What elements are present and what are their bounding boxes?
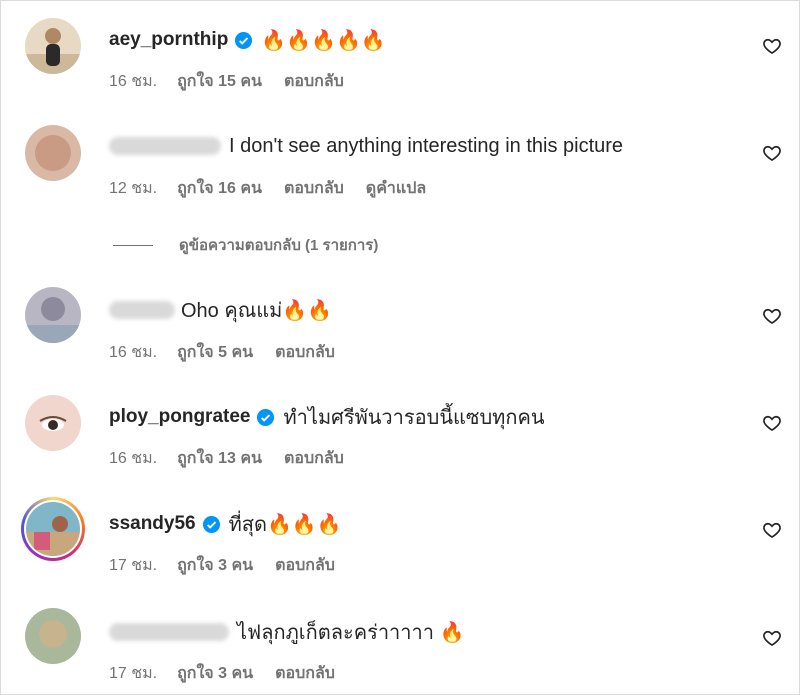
heart-outline-icon[interactable] [762,306,782,326]
username[interactable]: aey_pornthip [109,29,228,51]
comment-text: ที่สุด🔥🔥🔥 [228,514,342,536]
comment-text: I don't see anything interesting in this… [229,134,624,157]
comment-line: Oho คุณแม่🔥🔥 [109,295,332,325]
avatar-photo [25,287,81,343]
comment-meta: 17 ชม. ถูกใจ 3 คน ตอบกลับ [109,661,357,686]
divider [113,244,153,246]
reply-button[interactable]: ตอบกลับ [275,553,335,578]
timestamp[interactable]: 17 ชม. [109,661,157,686]
avatar[interactable] [25,18,81,74]
comment-meta: 16 ชม. ถูกใจ 15 คน ตอบกลับ [109,69,366,94]
likes-count[interactable]: ถูกใจ 15 คน [177,69,262,94]
avatar[interactable] [25,395,81,451]
heart-outline-icon[interactable] [762,520,782,540]
comment-meta: 16 ชม. ถูกใจ 5 คน ตอบกลับ [109,340,357,365]
verified-badge-icon [257,408,275,426]
avatar [26,502,80,556]
avatar[interactable] [25,125,81,181]
likes-count[interactable]: ถูกใจ 3 คน [177,661,253,686]
verified-badge-icon [235,31,253,49]
comment-line: ไฟลุกภูเก็ตละคร่าาาาา 🔥 [109,617,464,647]
comment-text: ทำไมศรีพันวารอบนี้แซบทุกคน [283,407,545,429]
verified-badge-icon [202,515,220,533]
username-blurred[interactable] [109,623,229,641]
heart-outline-icon[interactable] [762,628,782,648]
comment-meta: 16 ชม. ถูกใจ 13 คน ตอบกลับ [109,446,366,471]
heart-outline-icon[interactable] [762,143,782,163]
timestamp[interactable]: 12 ชม. [109,176,157,201]
username[interactable]: ssandy56 [109,513,196,535]
comment-line: ssandy56 ที่สุด🔥🔥🔥 [109,509,342,539]
view-replies-label: ดูข้อความตอบกลับ (1 รายการ) [179,237,379,254]
view-replies-button[interactable]: ดูข้อความตอบกลับ (1 รายการ) [113,233,378,257]
timestamp[interactable]: 17 ชม. [109,553,157,578]
reply-button[interactable]: ตอบกลับ [284,69,344,94]
avatar-photo [26,502,80,556]
likes-count[interactable]: ถูกใจ 5 คน [177,340,253,365]
reply-button[interactable]: ตอบกลับ [275,661,335,686]
username-blurred[interactable] [109,137,221,155]
timestamp[interactable]: 16 ชม. [109,446,157,471]
username[interactable]: ploy_pongratee [109,406,250,428]
comment-text: ไฟลุกภูเก็ตละคร่าาาาา 🔥 [237,622,465,644]
avatar-photo [25,18,81,74]
reply-button[interactable]: ตอบกลับ [284,446,344,471]
heart-outline-icon[interactable] [762,36,782,56]
username-blurred[interactable] [109,301,175,319]
comment-line: ploy_pongratee ทำไมศรีพันวารอบนี้แซบทุกค… [109,402,545,432]
comment-meta: 17 ชม. ถูกใจ 3 คน ตอบกลับ [109,553,357,578]
story-ring[interactable] [21,497,85,561]
timestamp[interactable]: 16 ชม. [109,69,157,94]
reply-button[interactable]: ตอบกลับ [284,176,344,201]
reply-button[interactable]: ตอบกลับ [275,340,335,365]
comment-line: I don't see anything interesting in this… [109,131,623,161]
translate-button[interactable]: ดูคำแปล [366,176,426,201]
comment-text: Oho คุณแม่🔥🔥 [181,300,333,322]
likes-count[interactable]: ถูกใจ 3 คน [177,553,253,578]
comment-meta: 12 ชม. ถูกใจ 16 คน ตอบกลับ ดูคำแปล [109,176,448,201]
likes-count[interactable]: ถูกใจ 13 คน [177,446,262,471]
likes-count[interactable]: ถูกใจ 16 คน [177,176,262,201]
avatar-photo [25,608,81,664]
avatar[interactable] [25,287,81,343]
avatar-photo [25,125,81,181]
timestamp[interactable]: 16 ชม. [109,340,157,365]
avatar-photo [25,395,81,451]
avatar[interactable] [25,608,81,664]
comment-text: 🔥🔥🔥🔥🔥 [261,29,386,52]
comment-line: aey_pornthip 🔥🔥🔥🔥🔥 [109,25,386,55]
heart-outline-icon[interactable] [762,413,782,433]
